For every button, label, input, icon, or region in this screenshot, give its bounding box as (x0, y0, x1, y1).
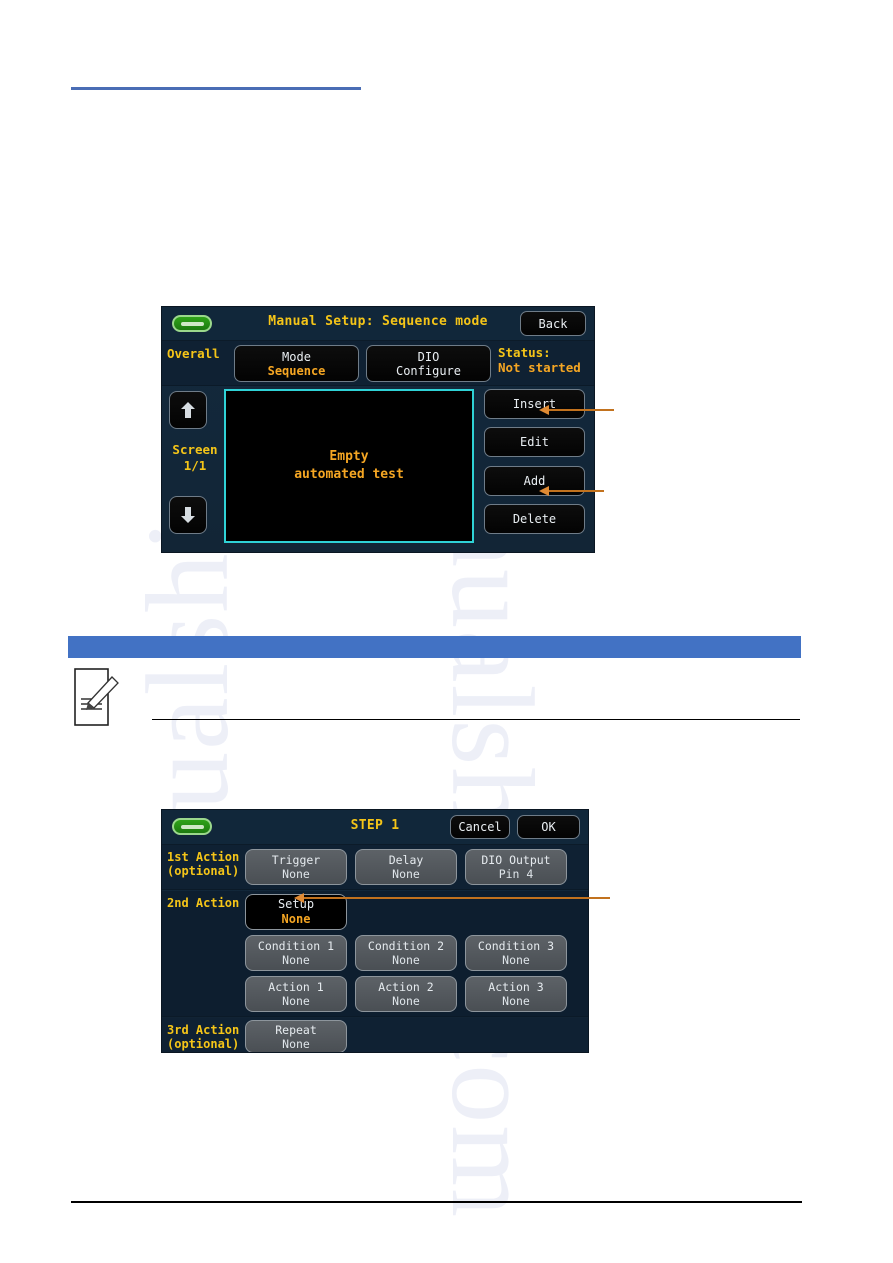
second-action-label: 2nd Action (167, 896, 239, 910)
dio-output-button-value: Pin 4 (498, 867, 534, 881)
callout-arrow-insert (539, 405, 614, 415)
condition-3-title: Condition 3 (477, 939, 555, 953)
status-value: Not started (498, 360, 581, 375)
callout-arrow-setup (294, 893, 610, 903)
edit-button-label: Edit (520, 435, 549, 449)
overall-label: Overall (167, 346, 220, 361)
screen1-titlebar: Manual Setup: Sequence mode Back (162, 307, 594, 341)
insert-button[interactable]: Insert (484, 389, 585, 419)
action-1-value: None (282, 994, 310, 1008)
cancel-button-label: Cancel (458, 820, 502, 834)
device-screen-step-editor: STEP 1 Cancel OK 1st Action (optional) T… (161, 809, 589, 1053)
action-2-button[interactable]: Action 2 None (355, 976, 457, 1012)
action-1-button[interactable]: Action 1 None (245, 976, 347, 1012)
top-horizontal-rule (71, 87, 361, 90)
back-button[interactable]: Back (520, 311, 586, 336)
back-button-label: Back (538, 316, 568, 331)
delay-button-value: None (392, 867, 420, 881)
document-page: manualshive.com manualshive Manual Setup… (0, 0, 893, 1263)
mode-button-title: Mode (282, 349, 311, 364)
trigger-button-title: Trigger (271, 853, 321, 867)
first-action-row: 1st Action (optional) Trigger None Delay… (162, 845, 588, 890)
screen1-body: Screen 1/1 Empty automated test Insert E… (162, 386, 594, 552)
condition-1-value: None (282, 953, 310, 967)
action-2-value: None (392, 994, 420, 1008)
screen-counter-label: Screen (172, 442, 218, 457)
second-action-row: 2nd Action Setup None Condition 1 None C… (162, 891, 588, 1017)
trigger-button-value: None (282, 867, 310, 881)
first-action-label-line1: 1st Action (167, 850, 240, 864)
dio-output-button-title: DIO Output (481, 853, 551, 867)
screen2-titlebar: STEP 1 Cancel OK (162, 810, 588, 845)
delete-button[interactable]: Delete (484, 504, 585, 534)
mode-button-value: Sequence (267, 363, 326, 378)
action-1-title: Action 1 (268, 980, 324, 994)
edit-button[interactable]: Edit (484, 427, 585, 457)
cancel-button[interactable]: Cancel (450, 815, 510, 839)
third-action-label-line1: 3rd Action (167, 1023, 240, 1037)
arrow-down-icon (181, 507, 195, 523)
status-block: Status: Not started (498, 345, 581, 375)
dio-output-button[interactable]: DIO Output Pin 4 (465, 849, 567, 885)
condition-1-button[interactable]: Condition 1 None (245, 935, 347, 971)
repeat-button-title: Repeat (275, 1022, 317, 1037)
screen-counter-value: 1/1 (183, 458, 207, 473)
note-heading-band (68, 636, 801, 658)
repeat-button[interactable]: Repeat None (245, 1020, 347, 1052)
second-action-label-line1: 2nd Action (167, 896, 240, 910)
trigger-button[interactable]: Trigger None (245, 849, 347, 885)
automated-test-list-area[interactable]: Empty automated test (224, 389, 474, 543)
note-underline-rule (152, 719, 800, 720)
delay-button[interactable]: Delay None (355, 849, 457, 885)
condition-3-value: None (502, 953, 530, 967)
ok-button[interactable]: OK (517, 815, 580, 839)
ok-button-label: OK (541, 820, 556, 834)
delete-button-label: Delete (512, 512, 557, 526)
first-action-label: 1st Action (optional) (167, 850, 239, 878)
action-3-value: None (502, 994, 530, 1008)
dio-configure-button[interactable]: DIO Configure (366, 345, 491, 382)
repeat-button-value: None (282, 1036, 310, 1051)
note-pencil-icon (74, 668, 119, 726)
action-3-title: Action 3 (488, 980, 544, 994)
arrow-up-icon (181, 402, 195, 418)
dio-button-title: DIO (417, 349, 440, 364)
empty-test-line1: Empty (329, 449, 369, 464)
scroll-up-button[interactable] (169, 391, 207, 429)
setup-button-value: None (281, 912, 311, 926)
status-label: Status: (498, 345, 551, 360)
action-3-button[interactable]: Action 3 None (465, 976, 567, 1012)
condition-2-value: None (392, 953, 420, 967)
third-action-row: 3rd Action (optional) Repeat None (162, 1018, 588, 1052)
screen-counter: Screen 1/1 (166, 442, 224, 474)
condition-3-button[interactable]: Condition 3 None (465, 935, 567, 971)
empty-test-line2: automated test (294, 467, 404, 482)
scroll-down-button[interactable] (169, 496, 207, 534)
footer-horizontal-rule (71, 1201, 802, 1203)
watermark-layer: manualshive.com manualshive (0, 0, 893, 1263)
third-action-label-line2: (optional) (167, 1037, 240, 1051)
third-action-label: 3rd Action (optional) (167, 1023, 239, 1051)
condition-2-button[interactable]: Condition 2 None (355, 935, 457, 971)
condition-1-title: Condition 1 (257, 939, 335, 953)
first-action-label-line2: (optional) (167, 864, 240, 878)
mode-button[interactable]: Mode Sequence (234, 345, 359, 382)
device-screen-sequence-mode: Manual Setup: Sequence mode Back Overall… (161, 306, 595, 553)
callout-arrow-add (539, 486, 604, 496)
overall-row: Overall Mode Sequence DIO Configure Stat… (162, 341, 594, 386)
delay-button-title: Delay (388, 853, 424, 867)
condition-2-title: Condition 2 (367, 939, 445, 953)
action-2-title: Action 2 (378, 980, 434, 994)
dio-button-value: Configure (395, 363, 462, 378)
